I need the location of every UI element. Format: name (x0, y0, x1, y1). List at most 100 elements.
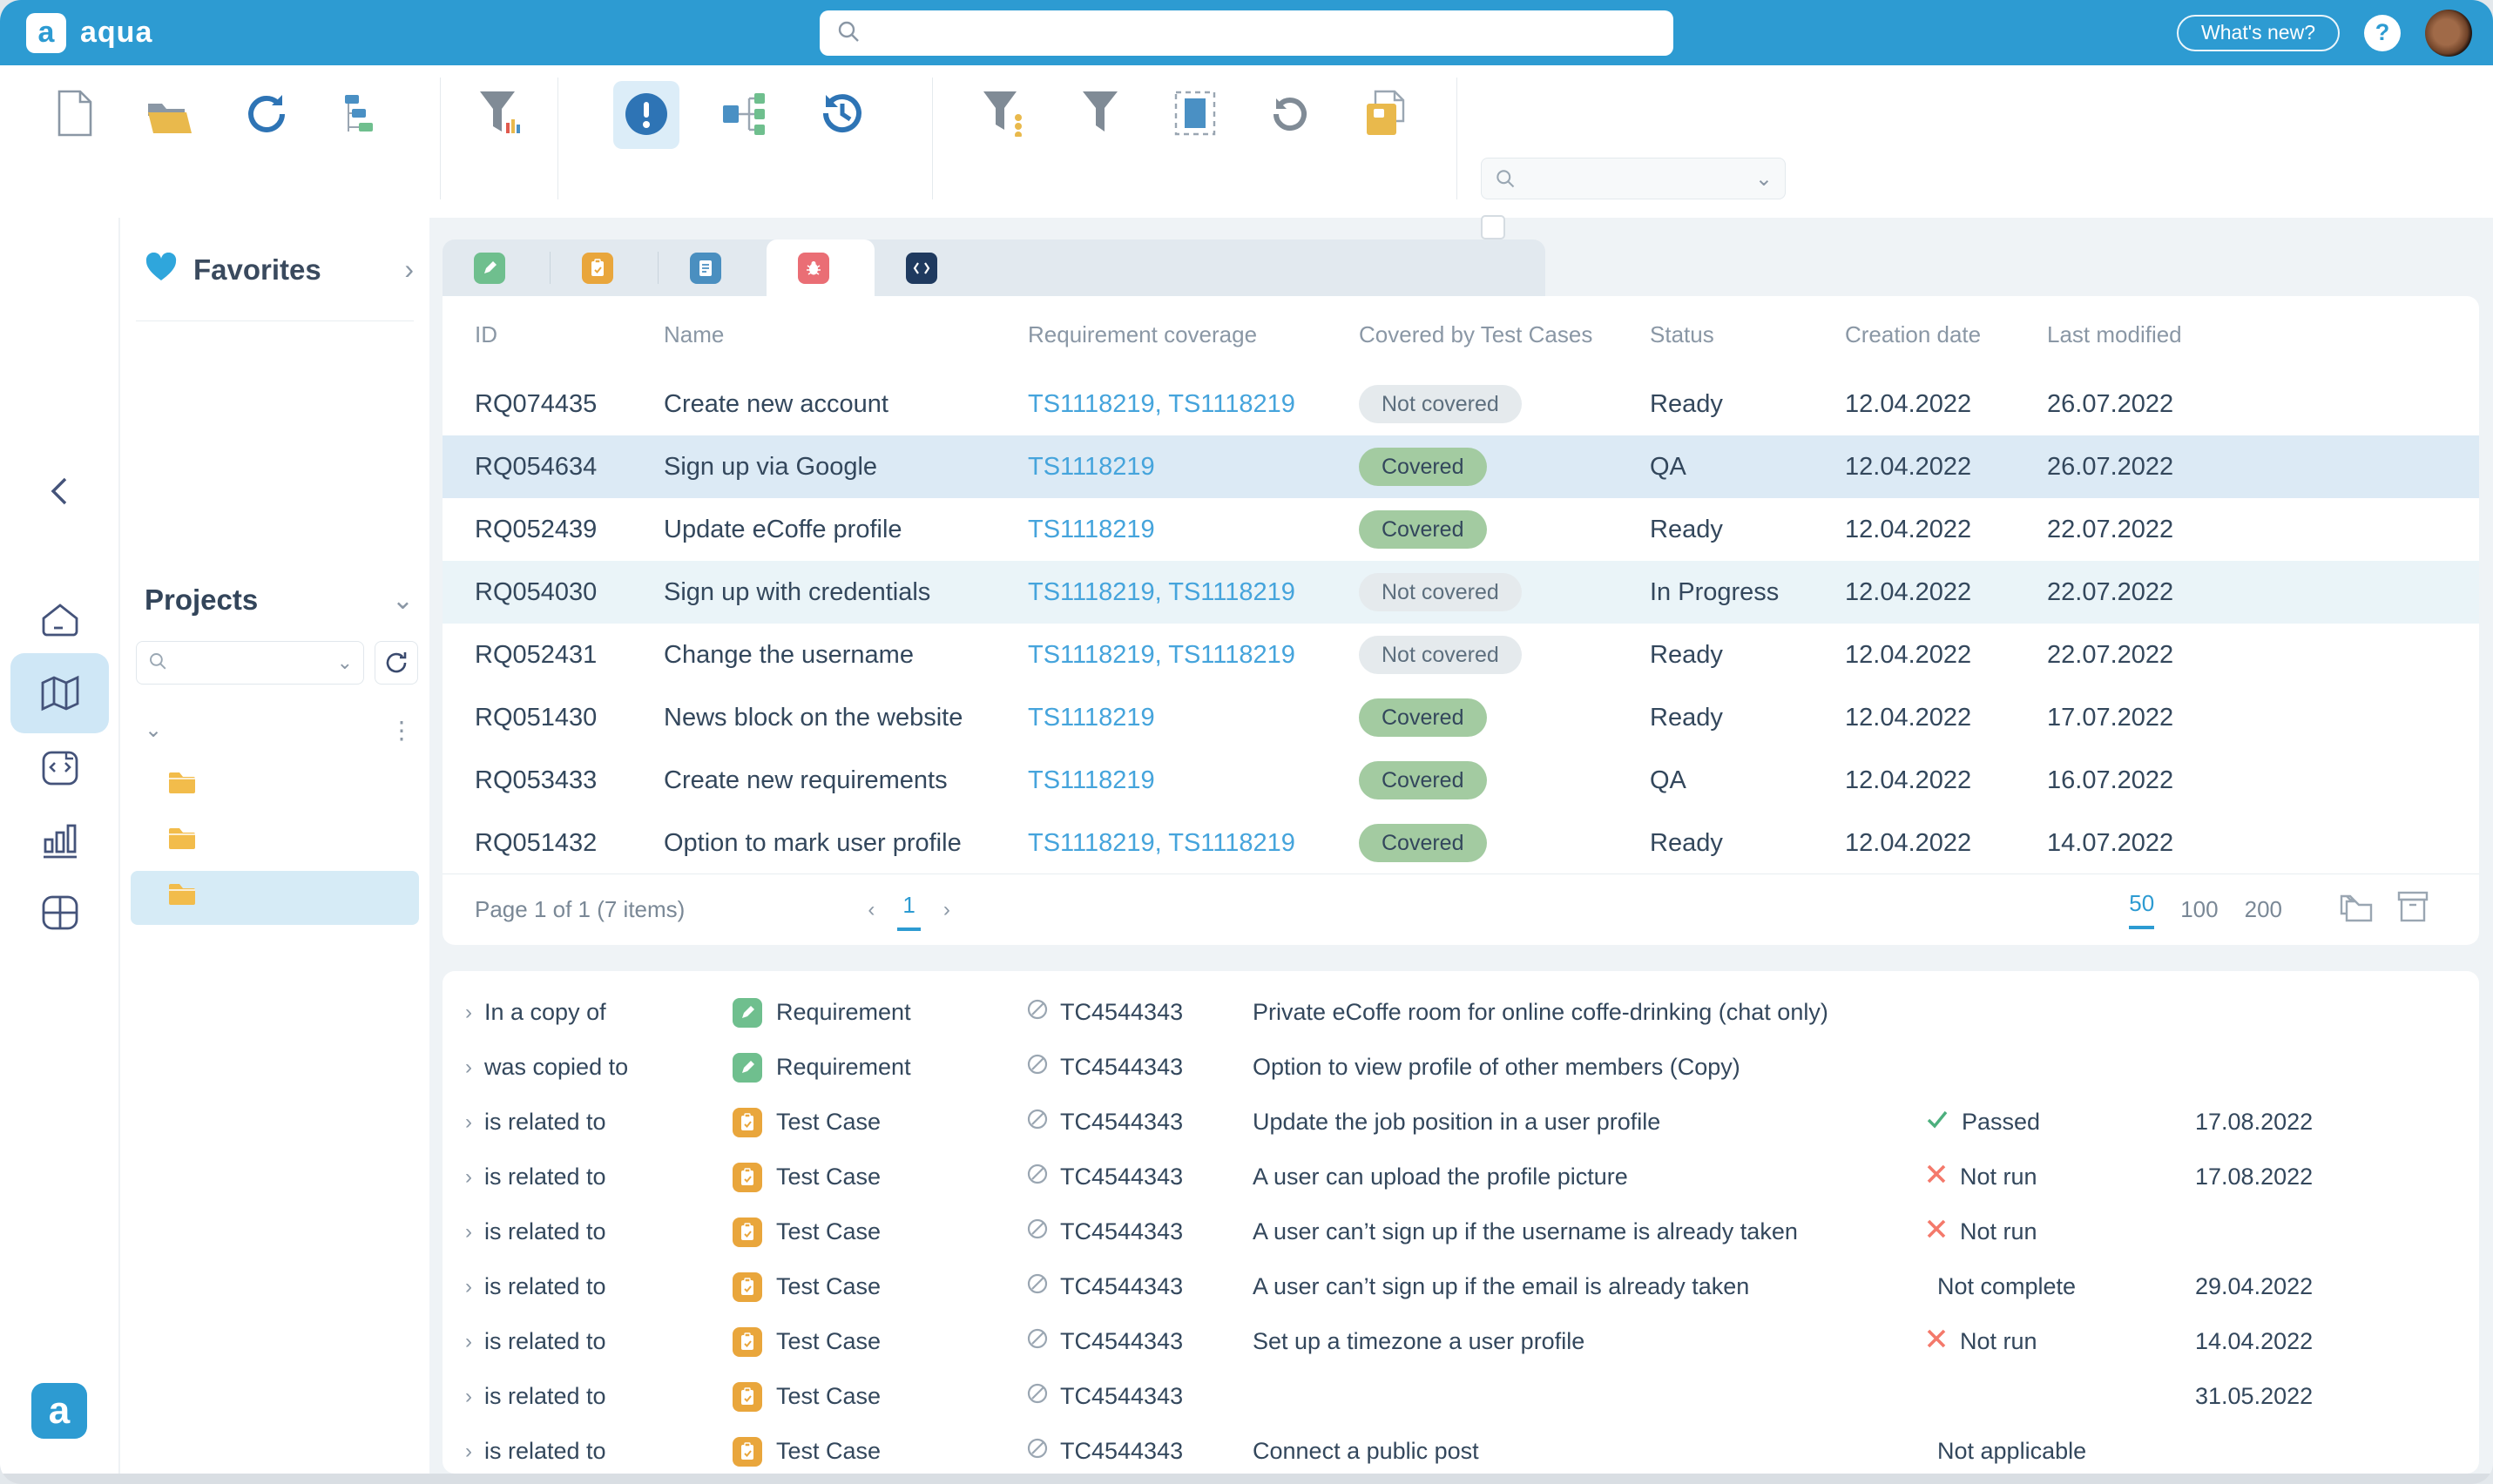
grid-search-input[interactable]: ⌄ (1481, 158, 1786, 199)
item-ref[interactable]: TC4544343 (1060, 1328, 1183, 1355)
table-row[interactable]: RQ052439 Update eCoffe profile TS1118219… (443, 498, 2479, 561)
relation-row[interactable]: ›is related to Test Case TC4544343 A use… (443, 1259, 2479, 1314)
chevron-right-icon[interactable]: › (465, 1220, 472, 1245)
item-ref[interactable]: TC4544343 (1060, 1438, 1183, 1465)
column-header-name[interactable]: Name (664, 321, 1028, 348)
tab-test-case[interactable] (551, 239, 659, 296)
item-ref[interactable]: TC4544343 (1060, 1164, 1183, 1191)
table-row[interactable]: RQ053433 Create new requirements TS11182… (443, 749, 2479, 812)
show-button[interactable] (466, 81, 532, 149)
project-refresh-button[interactable] (375, 641, 418, 685)
whats-new-button[interactable]: What's new? (2177, 15, 2340, 51)
rail-chart-icon[interactable] (0, 820, 119, 860)
-un-archive-button[interactable] (1353, 81, 1417, 149)
tree-item-products[interactable] (131, 815, 419, 869)
cell-requirement-coverage-link[interactable]: TS1118219 (1028, 453, 1359, 482)
user-avatar[interactable] (2425, 10, 2472, 57)
item-ref[interactable]: TC4544343 (1060, 1218, 1183, 1245)
table-row[interactable]: RQ051430 News block on the website TS111… (443, 686, 2479, 749)
cell-requirement-coverage-link[interactable]: TS1118219, TS1118219 (1028, 578, 1359, 607)
refresh-button[interactable] (233, 81, 300, 149)
open-button[interactable] (134, 81, 204, 149)
relation-row[interactable]: ›is related to Test Case TC4544343 31.05… (443, 1369, 2479, 1424)
tree-node-root[interactable]: ⌄ ⋮ (120, 702, 429, 758)
table-row[interactable]: RQ052431 Change the username TS1118219, … (443, 624, 2479, 686)
item-ref[interactable]: TC4544343 (1060, 1273, 1183, 1300)
item-ref[interactable]: TC4544343 (1060, 1109, 1183, 1136)
column-header-creation-date[interactable]: Creation date (1845, 321, 2047, 348)
tab-requirement[interactable] (443, 239, 551, 296)
relation-row[interactable]: ›is related to Test Case TC4544343 Set u… (443, 1314, 2479, 1369)
column-header-requirement-coverage[interactable]: Requirement coverage (1028, 321, 1359, 348)
relation-row[interactable]: ›is related to Test Case TC4544343 Conne… (443, 1424, 2479, 1474)
chevron-right-icon[interactable]: › (465, 1110, 472, 1135)
table-row[interactable]: RQ054030 Sign up with credentials TS1118… (443, 561, 2479, 624)
tab-defect[interactable] (767, 239, 875, 296)
chevron-down-icon[interactable]: ⌄ (1755, 166, 1773, 192)
collapse-button[interactable] (329, 81, 395, 149)
column-header-covered-by-test-cases[interactable]: Covered by Test Cases (1359, 321, 1650, 348)
cell-requirement-coverage-link[interactable]: TS1118219 (1028, 766, 1359, 795)
copy-folders-icon[interactable] (2338, 889, 2376, 930)
cell-requirement-coverage-link[interactable]: TS1118219, TS1118219 (1028, 829, 1359, 858)
page-number[interactable]: 1 (897, 888, 920, 931)
rail-home-icon[interactable] (0, 601, 119, 639)
new-button[interactable] (45, 81, 105, 149)
more-options-icon[interactable]: ⋮ (389, 716, 414, 745)
table-row[interactable]: RQ051432 Option to mark user profile TS1… (443, 812, 2479, 874)
keep-search-queries-checkbox[interactable] (1481, 215, 1517, 239)
chevron-right-icon[interactable]: › (465, 1385, 472, 1409)
item-ref[interactable]: TC4544343 (1060, 999, 1183, 1026)
help-button[interactable]: ? (2364, 15, 2401, 51)
next-page-button[interactable]: › (943, 898, 950, 922)
table-row[interactable]: RQ074435 Create new account TS1118219, T… (443, 373, 2479, 435)
chevron-down-icon[interactable]: ⌄ (337, 651, 353, 674)
tab-test-scenario[interactable] (659, 239, 767, 296)
chevron-right-icon[interactable]: › (465, 1440, 472, 1464)
relation-row[interactable]: ›is related to Test Case TC4544343 A use… (443, 1204, 2479, 1259)
chevron-right-icon[interactable]: › (404, 253, 414, 286)
cell-requirement-coverage-link[interactable]: TS1118219 (1028, 516, 1359, 544)
show-button[interactable] (1067, 81, 1133, 149)
relation-row[interactable]: ›is related to Test Case TC4544343 A use… (443, 1150, 2479, 1204)
tab-script[interactable] (875, 239, 983, 296)
prev-page-button[interactable]: ‹ (868, 898, 875, 922)
chevron-down-icon[interactable]: ⌄ (392, 585, 414, 616)
history-button[interactable] (808, 81, 876, 149)
archive-box-icon[interactable] (2395, 889, 2430, 930)
global-search-input[interactable] (820, 10, 1673, 56)
filter-button[interactable] (971, 81, 1037, 149)
chevron-right-icon[interactable]: › (465, 1001, 472, 1025)
chevron-right-icon[interactable]: › (465, 1330, 472, 1354)
cell-requirement-coverage-link[interactable]: TS1118219 (1028, 704, 1359, 732)
page-size-200[interactable]: 200 (2245, 896, 2282, 923)
relation-row[interactable]: ›is related to Test Case TC4544343 Updat… (443, 1095, 2479, 1150)
chevron-right-icon[interactable]: › (465, 1275, 472, 1299)
dependency-button[interactable] (709, 81, 779, 149)
relation-row[interactable]: ›was copied to Requirement TC4544343 Opt… (443, 1040, 2479, 1095)
rail-grid-icon[interactable] (0, 894, 119, 932)
project-search-input[interactable]: ⌄ (136, 641, 364, 685)
rail-map-icon[interactable] (0, 674, 119, 712)
cell-requirement-coverage-link[interactable]: TS1118219, TS1118219 (1028, 641, 1359, 670)
chevron-right-icon[interactable]: › (465, 1165, 472, 1190)
chevron-down-icon[interactable]: ⌄ (145, 718, 162, 743)
cell-requirement-coverage-link[interactable]: TS1118219, TS1118219 (1028, 390, 1359, 419)
item-ref[interactable]: TC4544343 (1060, 1054, 1183, 1081)
tree-item-ordering[interactable] (131, 759, 419, 813)
relation-row[interactable]: ›In a copy of Requirement TC4544343 Priv… (443, 985, 2479, 1040)
chevron-right-icon[interactable]: › (465, 1056, 472, 1080)
tree-item-sign-in[interactable] (131, 871, 419, 925)
reset-to-button[interactable] (1257, 81, 1323, 149)
item-ref[interactable]: TC4544343 (1060, 1383, 1183, 1410)
rail-code-icon[interactable] (0, 747, 119, 787)
select-button[interactable] (1163, 81, 1227, 149)
page-size-50[interactable]: 50 (2129, 890, 2154, 929)
page-size-100[interactable]: 100 (2180, 896, 2218, 923)
column-header-id[interactable]: ID (475, 321, 664, 348)
details-button[interactable] (613, 81, 679, 149)
column-header-status[interactable]: Status (1650, 321, 1845, 348)
column-header-last-modified[interactable]: Last modified (2047, 321, 2479, 348)
table-row[interactable]: RQ054634 Sign up via Google TS1118219 Co… (443, 435, 2479, 498)
rail-chevron-left-icon[interactable] (0, 472, 119, 510)
